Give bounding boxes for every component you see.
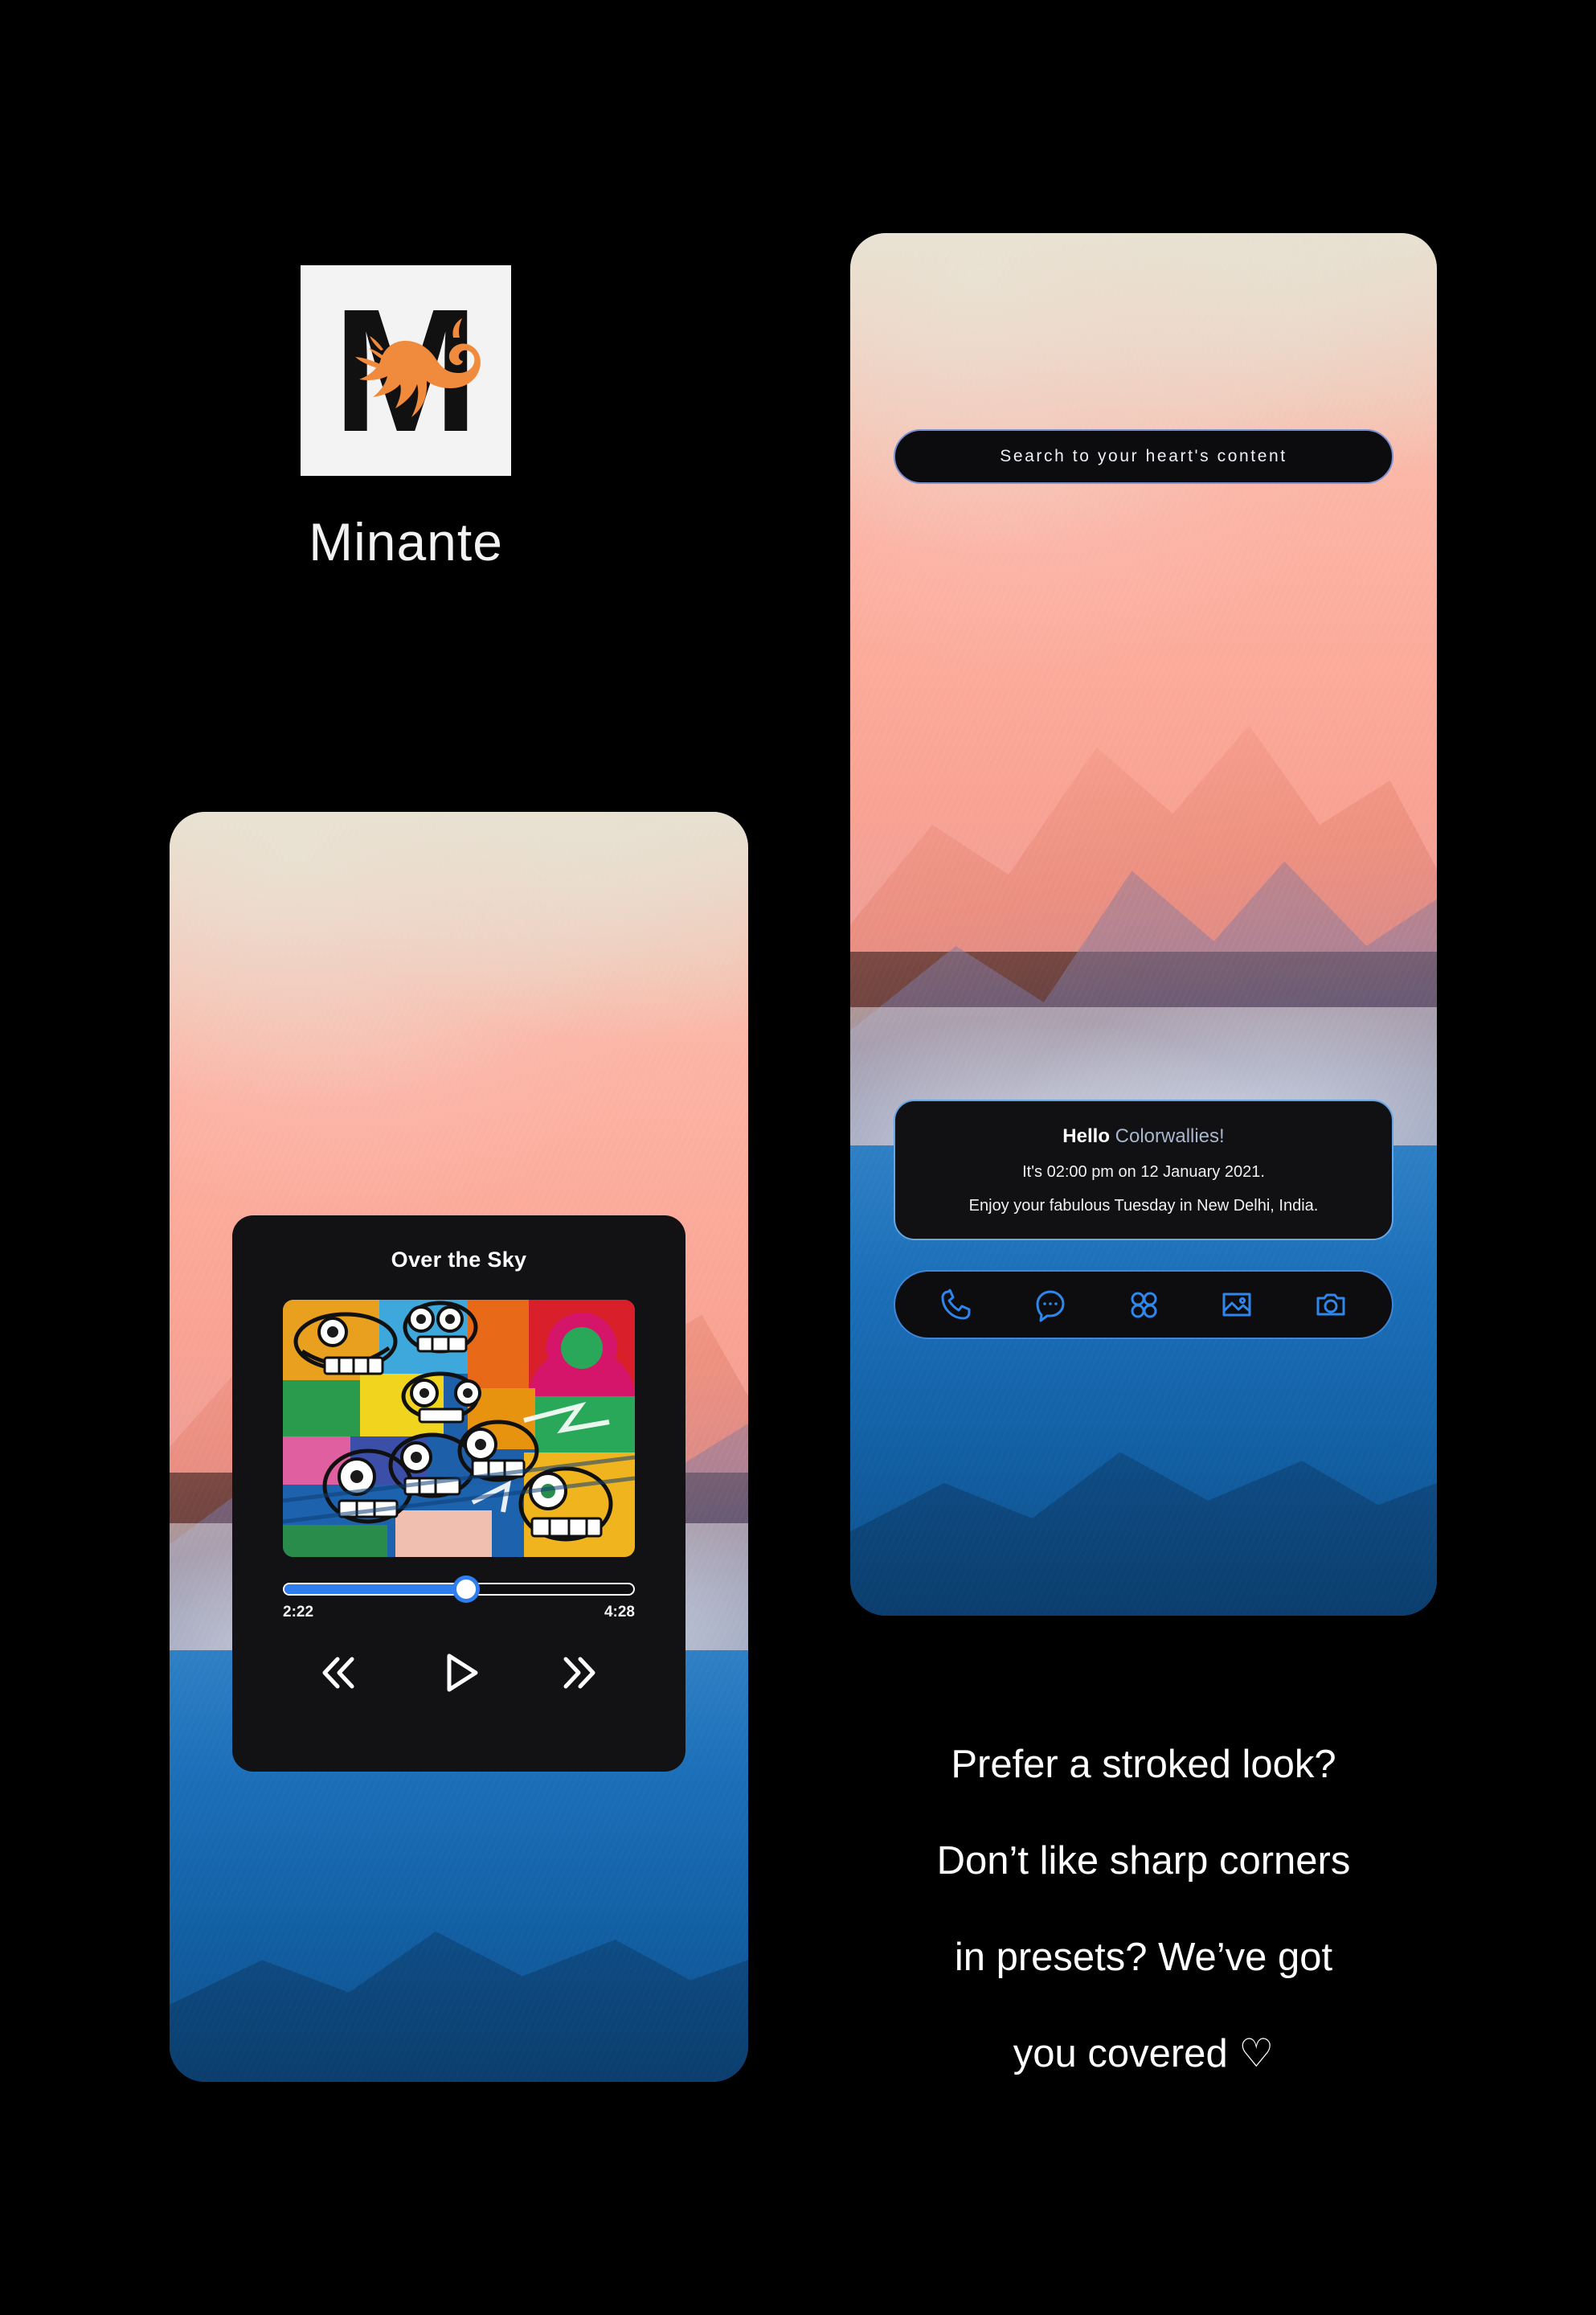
phone-mockup-music-player: Over the Sky 2:22 4:28 <box>170 812 748 2082</box>
dock-item-apps[interactable] <box>1121 1282 1166 1327</box>
tagline-line-4: you covered ♡ <box>1013 2032 1275 2075</box>
previous-button[interactable] <box>305 1644 371 1702</box>
camera-icon <box>1316 1293 1345 1316</box>
tagline-line-2: Don’t like sharp corners <box>936 1839 1351 1883</box>
play-button[interactable] <box>426 1644 492 1702</box>
search-bar[interactable]: Search to your heart's content <box>894 429 1393 484</box>
dock-item-messages[interactable] <box>1028 1282 1073 1327</box>
brand-block: M Minante <box>0 265 812 572</box>
play-icon <box>447 1653 478 1692</box>
progress-thumb[interactable] <box>452 1575 480 1603</box>
dock-item-phone[interactable] <box>934 1282 979 1327</box>
greeting-hello: Hello <box>1062 1125 1110 1147</box>
fast-forward-icon <box>563 1657 595 1689</box>
search-placeholder: Search to your heart's content <box>1000 447 1287 465</box>
elapsed-time: 2:22 <box>283 1604 314 1620</box>
cat-on-letter-m-logo: M <box>301 265 511 476</box>
album-art <box>283 1300 635 1557</box>
dock-item-gallery[interactable] <box>1214 1282 1259 1327</box>
gallery-image-icon <box>1222 1293 1251 1317</box>
greeting-headline: Hello Colorwallies! <box>1062 1125 1224 1148</box>
phone-icon <box>941 1289 971 1320</box>
track-title: Over the Sky <box>391 1248 527 1272</box>
duration-time: 4:28 <box>604 1604 635 1620</box>
icon-dock <box>894 1270 1393 1339</box>
brand-name: Minante <box>309 512 503 572</box>
progress-slider[interactable]: 2:22 4:28 <box>283 1575 635 1621</box>
progress-times: 2:22 4:28 <box>283 1604 635 1621</box>
chat-bubble-icon <box>1036 1290 1065 1322</box>
music-player-card: Over the Sky 2:22 4:28 <box>232 1215 685 1772</box>
tagline-line-3: in presets? We’ve got <box>954 1936 1333 1979</box>
app-drawer-icon <box>1131 1292 1157 1318</box>
greeting-enjoy-line: Enjoy your fabulous Tuesday in New Delhi… <box>968 1196 1319 1215</box>
greeting-username: Colorwallies! <box>1115 1125 1225 1147</box>
phone-mockup-home-screen: Search to your heart's content Hello Col… <box>850 233 1437 1616</box>
transport-controls <box>283 1644 635 1702</box>
rewind-icon <box>322 1657 354 1689</box>
greeting-card: Hello Colorwallies! It's 02:00 pm on 12 … <box>894 1100 1393 1240</box>
next-button[interactable] <box>546 1644 612 1702</box>
progress-fill <box>284 1584 466 1594</box>
progress-track[interactable] <box>283 1575 635 1603</box>
graffiti-album-art-icon <box>283 1300 635 1557</box>
poster-canvas: M Minante Over the Sky <box>0 0 1596 2315</box>
greeting-time-line: It's 02:00 pm on 12 January 2021. <box>1022 1162 1265 1181</box>
tagline-line-1: Prefer a stroked look? <box>951 1743 1336 1786</box>
app-logo: M <box>301 265 511 476</box>
tagline-block: Prefer a stroked look? Don’t like sharp … <box>850 1716 1437 2102</box>
dock-item-camera[interactable] <box>1308 1282 1353 1327</box>
